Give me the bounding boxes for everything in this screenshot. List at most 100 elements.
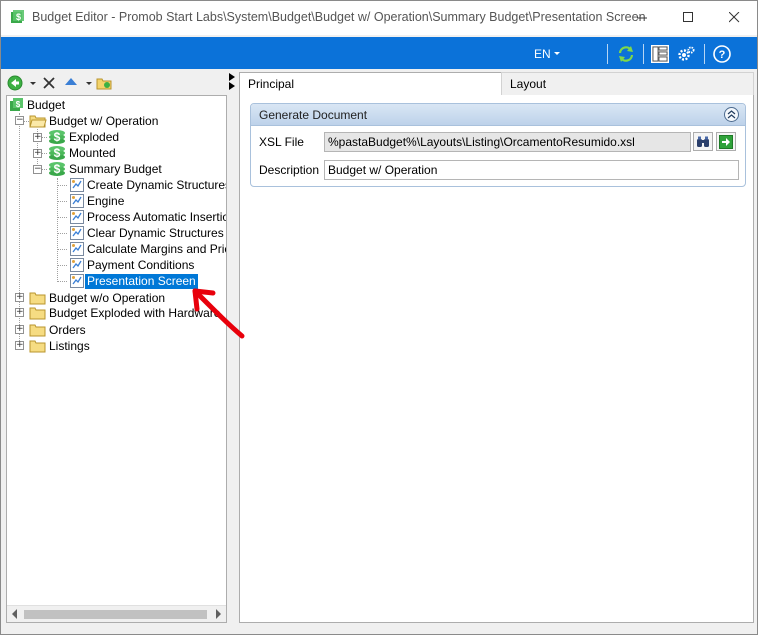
back-icon[interactable] xyxy=(7,75,23,91)
folder-icon xyxy=(29,292,46,305)
toolbar-separator xyxy=(607,44,608,64)
folder-icon xyxy=(29,324,46,337)
tree-node-orders[interactable]: Orders xyxy=(29,322,88,338)
main-toolbar: EN ? xyxy=(1,37,757,69)
move-up-icon[interactable] xyxy=(63,75,79,91)
collapse-toggle[interactable]: − xyxy=(15,116,24,125)
tree-node-exploded[interactable]: $ Exploded xyxy=(47,129,121,145)
open-file-button[interactable] xyxy=(716,132,736,151)
expand-toggle[interactable]: + xyxy=(15,341,24,350)
refresh-icon[interactable] xyxy=(617,45,635,63)
tree-node-summary-budget[interactable]: $ Summary Budget xyxy=(47,161,164,177)
tab-principal[interactable]: Principal xyxy=(239,72,502,96)
toolbar-separator xyxy=(704,44,705,64)
tree-node-budget-with-operation[interactable]: Budget w/ Operation xyxy=(29,113,160,129)
language-dropdown-icon[interactable] xyxy=(554,52,560,55)
tree-connector xyxy=(57,201,67,202)
tab-layout[interactable]: Layout xyxy=(501,72,754,95)
budget-tree[interactable]: $ Budget − Budget w/ Operation + $ Explo… xyxy=(6,95,227,623)
tree-node-budget-without-operation[interactable]: Budget w/o Operation xyxy=(29,290,167,306)
language-selector[interactable]: EN xyxy=(534,47,551,61)
svg-text:$: $ xyxy=(16,12,21,22)
tree-node-process-automatic-insertion[interactable]: Process Automatic Insertion xyxy=(69,209,226,225)
tab-strip: Principal Layout xyxy=(239,72,755,96)
script-icon xyxy=(70,226,84,240)
help-icon[interactable]: ? xyxy=(713,45,731,63)
xsl-file-input[interactable] xyxy=(324,132,691,152)
splitter-collapse-icon[interactable] xyxy=(229,82,235,90)
folder-refresh-icon[interactable] xyxy=(96,75,112,91)
tree-connector xyxy=(57,178,58,282)
script-icon xyxy=(70,274,84,288)
collapse-toggle[interactable]: − xyxy=(33,165,42,174)
layout-panel-icon[interactable] xyxy=(651,45,669,63)
close-icon xyxy=(728,11,739,22)
svg-text:$: $ xyxy=(54,146,61,160)
folder-icon xyxy=(29,340,46,353)
tree-connector xyxy=(57,265,67,266)
tree-connector xyxy=(57,233,67,234)
expand-toggle[interactable]: + xyxy=(15,293,24,302)
budget-editor-window: $ Budget Editor - Promob Start Labs\Syst… xyxy=(0,0,758,635)
tree-node-create-dynamic-structures[interactable]: Create Dynamic Structures xyxy=(69,177,226,193)
description-label: Description xyxy=(259,163,320,177)
scroll-right-icon[interactable] xyxy=(216,609,221,619)
tree-connector xyxy=(57,217,67,218)
toolbar-separator xyxy=(643,44,644,64)
tree-node-clear-dynamic-structures[interactable]: Clear Dynamic Structures xyxy=(69,225,226,241)
arrow-right-icon xyxy=(719,134,733,149)
principal-tab-content: Generate Document XSL File %pastaBudget%… xyxy=(239,95,754,623)
chevron-up-double-icon xyxy=(727,110,736,119)
tree-node-budget[interactable]: $ Budget xyxy=(9,97,67,113)
tree-connector xyxy=(57,249,67,250)
svg-text:$: $ xyxy=(54,162,61,176)
maximize-button[interactable] xyxy=(665,1,711,33)
svg-text:$: $ xyxy=(54,130,61,144)
folder-icon xyxy=(29,307,46,320)
settings-icon[interactable] xyxy=(677,45,695,63)
script-icon xyxy=(70,242,84,256)
dollar-stack-icon: $ xyxy=(49,130,65,144)
script-icon xyxy=(70,194,84,208)
tree-node-engine[interactable]: Engine xyxy=(69,193,126,209)
tree-node-listings[interactable]: Listings xyxy=(29,338,92,354)
delete-icon[interactable] xyxy=(41,75,57,91)
tree-connector xyxy=(57,185,67,186)
dollar-stack-icon: $ xyxy=(49,146,65,160)
browse-button[interactable] xyxy=(693,132,713,151)
xsl-file-label: XSL File xyxy=(259,135,304,149)
maximize-icon xyxy=(682,11,693,22)
scroll-thumb[interactable] xyxy=(24,610,207,619)
script-icon xyxy=(70,178,84,192)
tree-horizontal-scrollbar[interactable] xyxy=(7,605,226,622)
expand-toggle[interactable]: + xyxy=(33,149,42,158)
minimize-icon xyxy=(636,17,647,18)
description-input[interactable] xyxy=(324,160,739,180)
open-folder-icon xyxy=(29,115,47,128)
script-icon xyxy=(70,210,84,224)
dropdown-icon[interactable] xyxy=(25,75,41,91)
annotation-arrow-icon xyxy=(192,288,245,339)
tree-node-mounted[interactable]: $ Mounted xyxy=(47,145,118,161)
dollar-stack-icon: $ xyxy=(49,162,65,176)
tree-node-payment-conditions[interactable]: Payment Conditions xyxy=(69,257,196,273)
binoculars-icon xyxy=(697,136,709,147)
group-title: Generate Document xyxy=(259,108,368,122)
window-title: Budget Editor - Promob Start Labs\System… xyxy=(32,10,646,24)
minimize-button[interactable] xyxy=(619,1,665,33)
generate-document-group: Generate Document XSL File %pastaBudget%… xyxy=(250,103,746,187)
group-header: Generate Document xyxy=(251,104,745,126)
dropdown-icon[interactable] xyxy=(81,75,97,91)
scroll-left-icon[interactable] xyxy=(12,609,17,619)
expand-toggle[interactable]: + xyxy=(33,133,42,142)
tree-node-calculate-margins-and-price[interactable]: Calculate Margins and Price xyxy=(69,241,226,257)
tree-node-presentation-screen[interactable]: Presentation Screen xyxy=(69,272,199,290)
collapse-group-button[interactable] xyxy=(724,107,739,122)
splitter-collapse-icon[interactable] xyxy=(229,73,235,81)
svg-text:?: ? xyxy=(719,49,726,61)
expand-toggle[interactable]: + xyxy=(15,308,24,317)
tree-connector xyxy=(57,281,67,282)
close-button[interactable] xyxy=(711,1,757,33)
svg-text:$: $ xyxy=(16,100,21,109)
expand-toggle[interactable]: + xyxy=(15,325,24,334)
